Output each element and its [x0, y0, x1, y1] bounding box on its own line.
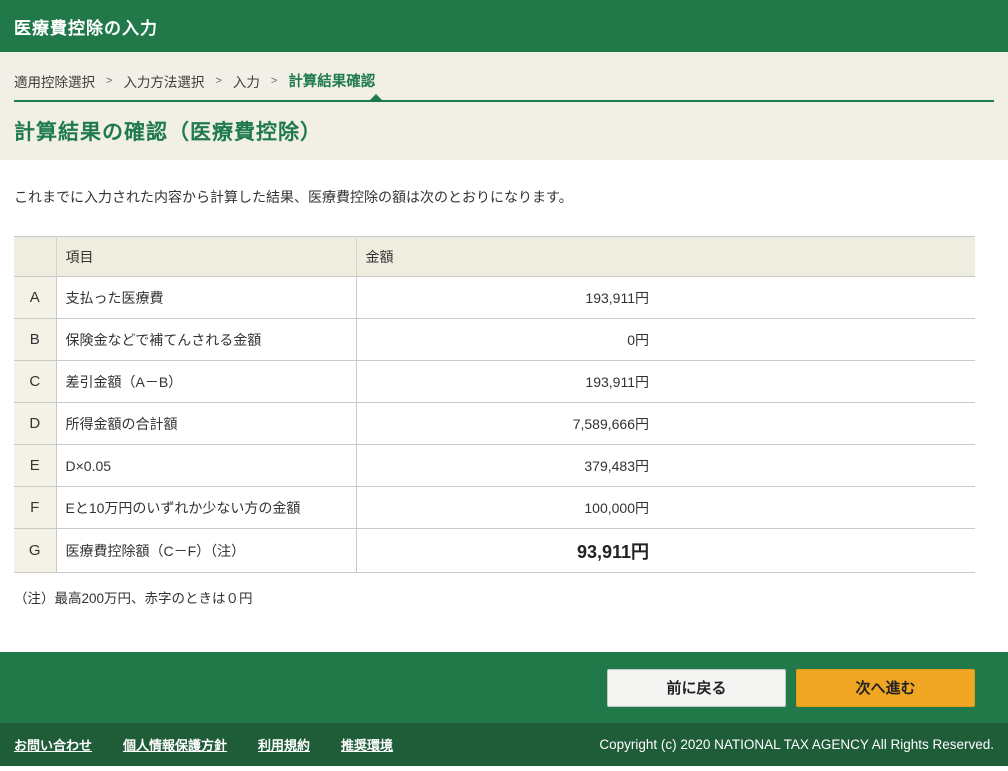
back-button[interactable]: 前に戻る [607, 669, 786, 707]
row-item: 医療費控除額（C－F）（注） [56, 529, 356, 573]
page-footer: お問い合わせ 個人情報保護方針 利用規約 推奨環境 Copyright (c) … [0, 723, 1008, 766]
breadcrumb-step-3: 入力 [233, 71, 260, 91]
breadcrumb-separator-icon: > [106, 75, 112, 87]
breadcrumb-step-2: 入力方法選択 [123, 71, 204, 91]
row-item: D×0.05 [56, 445, 356, 487]
breadcrumb-separator-icon: > [215, 75, 221, 87]
row-item: 保険金などで補てんされる金額 [56, 319, 356, 361]
table-row: E D×0.05 379,483円 [14, 445, 975, 487]
header-key-cell [14, 237, 56, 277]
bottom-strip [0, 766, 1008, 771]
table-row: F Eと10万円のいずれか少ない方の金額 100,000円 [14, 487, 975, 529]
breadcrumb: 適用控除選択 > 入力方法選択 > 入力 > 計算結果確認 [14, 52, 994, 91]
row-key: D [14, 403, 56, 445]
row-key: C [14, 361, 56, 403]
note-text: （注）最高200万円、赤字のときは０円 [14, 587, 994, 607]
current-step-pointer-icon [369, 94, 383, 101]
table-row: C 差引金額（A－B） 193,911円 [14, 361, 975, 403]
row-key: E [14, 445, 56, 487]
row-key: A [14, 277, 56, 319]
footer-links: お問い合わせ 個人情報保護方針 利用規約 推奨環境 [14, 735, 424, 754]
header-item-cell: 項目 [56, 237, 356, 277]
breadcrumb-separator-icon: > [271, 75, 277, 87]
table-header-row: 項目 金額 [14, 237, 975, 277]
breadcrumb-underline [14, 100, 994, 102]
row-key: B [14, 319, 56, 361]
action-bar: 前に戻る 次へ進む [0, 652, 1008, 723]
app-title: 医療費控除の入力 [14, 14, 158, 39]
table-row: A 支払った医療費 193,911円 [14, 277, 975, 319]
row-amount: 193,911円 [356, 361, 975, 403]
footer-link-privacy-policy[interactable]: 個人情報保護方針 [123, 735, 227, 754]
table-row: D 所得金額の合計額 7,589,666円 [14, 403, 975, 445]
table-row: B 保険金などで補てんされる金額 0円 [14, 319, 975, 361]
footer-link-contact[interactable]: お問い合わせ [14, 735, 92, 754]
breadcrumb-section: 適用控除選択 > 入力方法選択 > 入力 > 計算結果確認 計算結果の確認（医療… [0, 52, 1008, 160]
row-amount: 193,911円 [356, 277, 975, 319]
row-amount-deduction-total: 93,911円 [356, 529, 975, 573]
row-item: 所得金額の合計額 [56, 403, 356, 445]
row-item: 差引金額（A－B） [56, 361, 356, 403]
calculation-result-table: 項目 金額 A 支払った医療費 193,911円 B 保険金などで補てんされる金… [14, 236, 975, 573]
breadcrumb-step-1: 適用控除選択 [14, 71, 95, 91]
row-key: G [14, 529, 56, 573]
row-amount: 100,000円 [356, 487, 975, 529]
footer-link-recommended-environment[interactable]: 推奨環境 [341, 735, 393, 754]
row-item: Eと10万円のいずれか少ない方の金額 [56, 487, 356, 529]
app-header: 医療費控除の入力 [0, 0, 1008, 52]
footer-link-terms[interactable]: 利用規約 [258, 735, 310, 754]
row-amount: 7,589,666円 [356, 403, 975, 445]
row-item: 支払った医療費 [56, 277, 356, 319]
page-title: 計算結果の確認（医療費控除） [14, 102, 994, 146]
header-amount-cell: 金額 [356, 237, 975, 277]
intro-text: これまでに入力された内容から計算した結果、医療費控除の額は次のとおりになります。 [14, 160, 994, 207]
row-key: F [14, 487, 56, 529]
table-row-deduction-total: G 医療費控除額（C－F）（注） 93,911円 [14, 529, 975, 573]
next-button[interactable]: 次へ進む [796, 669, 975, 707]
row-amount: 0円 [356, 319, 975, 361]
copyright-text: Copyright (c) 2020 NATIONAL TAX AGENCY A… [599, 737, 994, 752]
row-amount: 379,483円 [356, 445, 975, 487]
breadcrumb-step-current: 計算結果確認 [288, 70, 375, 91]
main-content: これまでに入力された内容から計算した結果、医療費控除の額は次のとおりになります。… [0, 160, 1008, 652]
